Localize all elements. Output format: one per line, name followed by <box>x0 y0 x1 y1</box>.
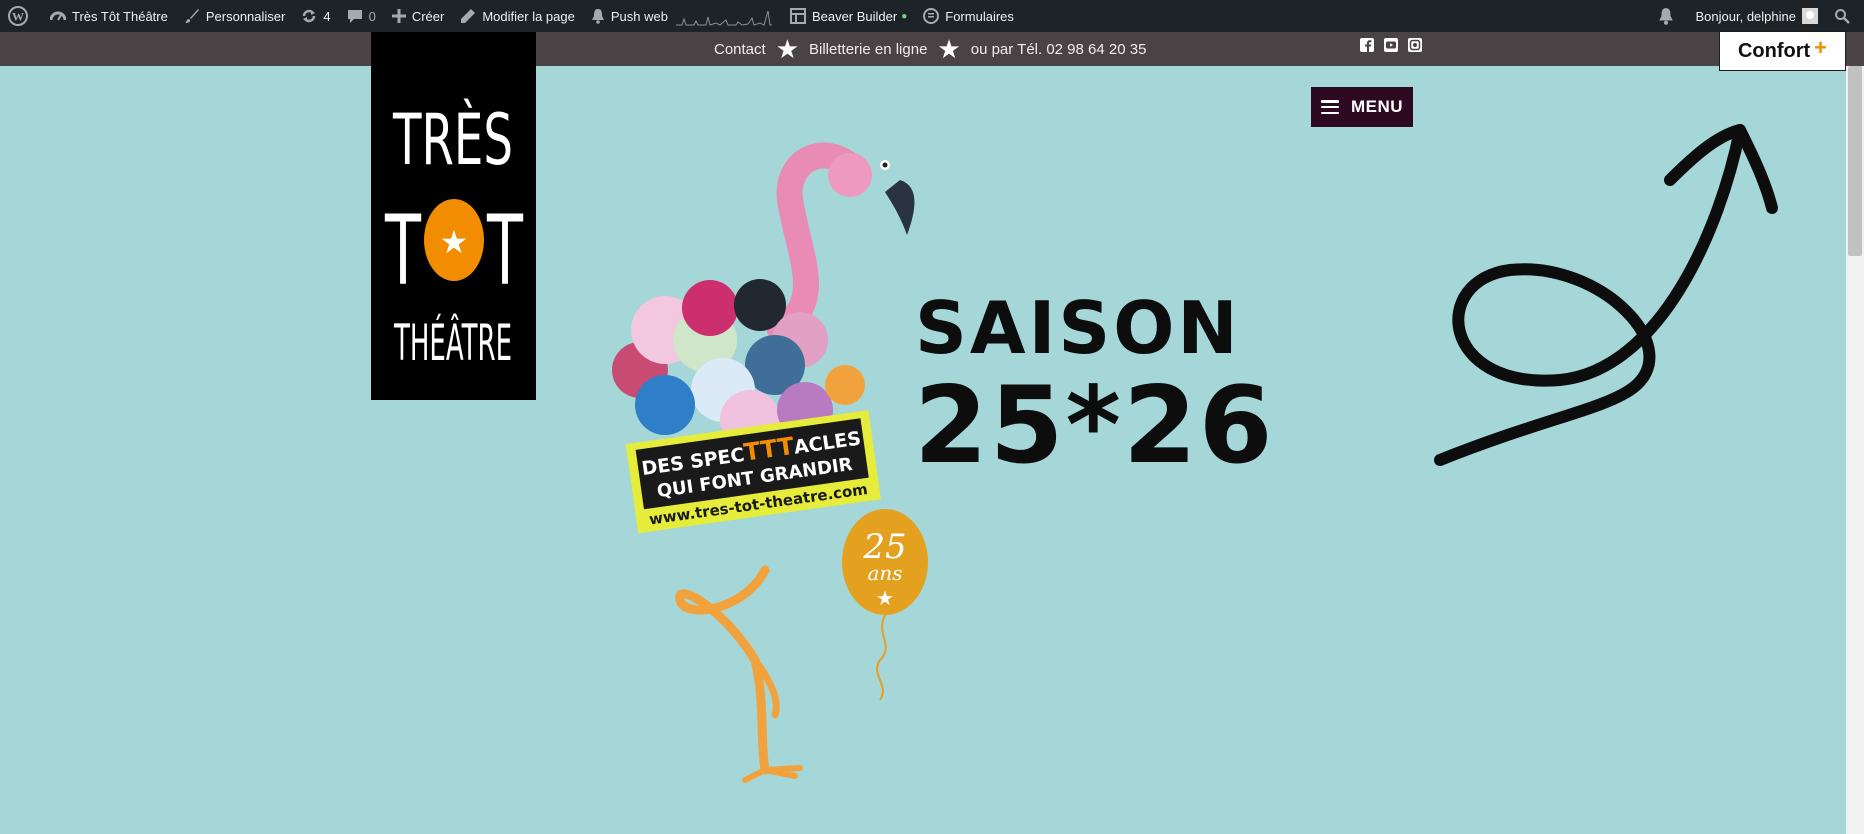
contact-link[interactable]: Contact <box>714 41 766 58</box>
hamburger-icon <box>1320 100 1339 114</box>
status-dot-icon: ● <box>901 10 908 22</box>
plus-icon <box>391 9 406 23</box>
comments-link[interactable]: 0 <box>339 0 384 32</box>
logo-star-icon: ★ <box>440 223 469 261</box>
confort-label: Confort <box>1737 39 1811 62</box>
notification-bell-icon <box>1658 8 1673 25</box>
updates-link[interactable]: 4 <box>293 0 338 32</box>
brush-icon <box>184 9 199 23</box>
balloon-text: ans <box>867 561 902 585</box>
wordpress-menu[interactable]: W <box>0 0 42 32</box>
edit-page-link[interactable]: Modifier la page <box>452 0 583 32</box>
updates-icon <box>303 9 316 23</box>
star-separator-icon: ★ <box>775 34 800 64</box>
logo-letter-t2: T <box>486 195 523 307</box>
youtube-icon[interactable] <box>1384 38 1398 52</box>
forms-link[interactable]: Formulaires <box>915 0 1022 32</box>
flamingo-illustration: DES SPECTTTACLES QUI FONT GRANDIR www.tr… <box>612 142 928 783</box>
create-label: Créer <box>411 8 445 24</box>
notifications-button[interactable] <box>1650 0 1688 32</box>
site-logo[interactable]: TRÈS T ★ T THÉÂTRE <box>371 32 536 400</box>
edit-page-label: Modifier la page <box>482 8 575 24</box>
confort-accessibility-button[interactable]: Confort + <box>1719 31 1846 71</box>
beaver-builder-link[interactable]: Beaver Builder ● <box>782 0 915 32</box>
dashboard-icon <box>50 11 66 21</box>
top-info-bar: Contact ★ Billetterie en ligne ★ ou par … <box>0 32 1864 66</box>
instagram-icon[interactable] <box>1408 38 1422 52</box>
scrollbar[interactable] <box>1846 66 1864 834</box>
beaver-builder-label: Beaver Builder <box>811 8 898 24</box>
scrollbar-thumb[interactable] <box>1848 66 1862 256</box>
bell-icon <box>591 9 604 24</box>
menu-button[interactable]: MENU <box>1311 87 1413 127</box>
admin-bar: W Très Tôt Théâtre Personnaliser 4 0 Cré… <box>0 0 1864 32</box>
create-menu[interactable]: Créer <box>384 0 453 32</box>
hero-saison-title: SAISON <box>915 286 1241 370</box>
decorative-arrow-icon <box>1434 124 1778 466</box>
push-web-link[interactable]: Push web <box>583 0 676 32</box>
greeting: Bonjour, delphine <box>1695 8 1796 24</box>
phone-text: ou par Tél. 02 98 64 20 35 <box>970 40 1147 58</box>
logo-letter-t1: T <box>384 195 421 307</box>
pencil-icon <box>461 9 476 23</box>
account-menu[interactable]: Bonjour, delphine <box>1688 0 1826 32</box>
star-separator-icon: ★ <box>937 34 961 64</box>
ticketing-link[interactable]: Billetterie en ligne <box>809 41 927 58</box>
plus-icon: + <box>1814 35 1828 60</box>
wordpress-icon: W <box>8 6 28 26</box>
logo-line-tres: TRÈS <box>392 99 513 181</box>
search-button[interactable] <box>1826 0 1864 32</box>
customize-label: Personnaliser <box>205 8 286 24</box>
facebook-icon[interactable] <box>1360 38 1374 52</box>
menu-label: MENU <box>1350 97 1404 116</box>
beaver-builder-icon <box>789 8 806 24</box>
svg-text:W: W <box>12 10 24 24</box>
social-links <box>1360 38 1422 52</box>
hero-season-years: 25*26 <box>914 364 1275 487</box>
logo-line-theatre: THÉÂTRE <box>393 313 512 372</box>
avatar <box>1802 8 1818 24</box>
forms-label: Formulaires <box>945 8 1014 24</box>
search-icon <box>1835 9 1850 24</box>
forms-icon <box>923 8 940 24</box>
comments-count: 0 <box>368 8 376 24</box>
customize-link[interactable]: Personnaliser <box>176 0 294 32</box>
push-web-label: Push web <box>610 8 668 24</box>
site-name: Très Tôt Théâtre <box>72 8 168 24</box>
comment-icon <box>347 10 362 23</box>
balloon-star-icon: ★ <box>876 586 894 610</box>
stats-sparkline[interactable] <box>675 5 772 27</box>
site-name-link[interactable]: Très Tôt Théâtre <box>42 0 176 32</box>
updates-count: 4 <box>323 8 331 24</box>
